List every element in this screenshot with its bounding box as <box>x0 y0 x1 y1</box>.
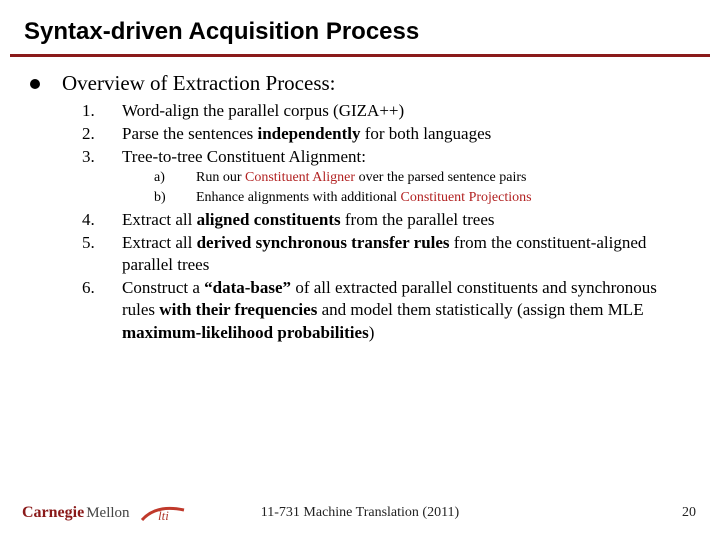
sub-text: Run our Constituent Aligner over the par… <box>196 169 527 188</box>
list-item: 3. Tree-to-tree Constituent Alignment: <box>82 146 694 168</box>
text-run-bold: with their frequencies <box>159 300 317 319</box>
text-run-red: Constituent Aligner <box>245 170 355 185</box>
text-run-bold: aligned constituents <box>197 210 341 229</box>
text-run: for both languages <box>360 124 491 143</box>
logo-carnegie: Carnegie <box>22 504 84 522</box>
item-number: 2. <box>82 123 100 145</box>
content-area: Overview of Extraction Process: 1. Word-… <box>0 57 720 344</box>
text-run: Run our <box>196 170 245 185</box>
bullet-icon <box>30 79 40 89</box>
text-run: Extract all <box>122 210 197 229</box>
item-text: Extract all derived synchronous transfer… <box>122 232 694 276</box>
item-text: Parse the sentences independently for bo… <box>122 123 694 145</box>
list-item: 5. Extract all derived synchronous trans… <box>82 232 694 276</box>
text-run-bold: maximum-likelihood probabilities <box>122 323 369 342</box>
item-number: 3. <box>82 146 100 168</box>
item-text: Extract all aligned constituents from th… <box>122 209 694 231</box>
item-text: Construct a “data-base” of all extracted… <box>122 277 694 343</box>
text-run: Construct a <box>122 278 204 297</box>
sub-number: b) <box>154 189 168 208</box>
sub-text: Enhance alignments with additional Const… <box>196 189 532 208</box>
text-run-red: Constituent Projections <box>401 190 532 205</box>
text-run-bold: derived synchronous transfer rules <box>197 233 450 252</box>
overview-text: Overview of Extraction Process: <box>62 71 336 96</box>
sub-item: b) Enhance alignments with additional Co… <box>154 189 694 208</box>
item-number: 5. <box>82 232 100 276</box>
text-run: over the parsed sentence pairs <box>355 170 526 185</box>
list-item: 1. Word-align the parallel corpus (GIZA+… <box>82 100 694 122</box>
carnegie-mellon-logo: Carnegie Mellon <box>22 504 130 522</box>
sub-list: a) Run our Constituent Aligner over the … <box>154 169 694 208</box>
slide-number: 20 <box>682 505 696 521</box>
overview-row: Overview of Extraction Process: <box>30 71 694 96</box>
lti-text: lti <box>158 508 169 523</box>
footer: Carnegie Mellon lti 11-731 Machine Trans… <box>0 500 720 526</box>
item-number: 6. <box>82 277 100 343</box>
item-text: Tree-to-tree Constituent Alignment: <box>122 146 694 168</box>
ordered-list: 1. Word-align the parallel corpus (GIZA+… <box>82 100 694 344</box>
list-item: 6. Construct a “data-base” of all extrac… <box>82 277 694 343</box>
item-text: Word-align the parallel corpus (GIZA++) <box>122 100 694 122</box>
list-item: 4. Extract all aligned constituents from… <box>82 209 694 231</box>
text-run-bold: independently <box>257 124 360 143</box>
sub-item: a) Run our Constituent Aligner over the … <box>154 169 694 188</box>
list-item: 2. Parse the sentences independently for… <box>82 123 694 145</box>
logo-mellon: Mellon <box>86 505 129 522</box>
text-run: from the parallel trees <box>341 210 495 229</box>
footer-course: 11-731 Machine Translation (2011) <box>261 505 459 521</box>
item-number: 4. <box>82 209 100 231</box>
text-run: and model them statistically (assign the… <box>317 300 643 319</box>
item-number: 1. <box>82 100 100 122</box>
slide-title: Syntax-driven Acquisition Process <box>0 0 720 54</box>
sub-number: a) <box>154 169 168 188</box>
text-run: Extract all <box>122 233 197 252</box>
text-run: Enhance alignments with additional <box>196 190 401 205</box>
text-run: Parse the sentences <box>122 124 257 143</box>
text-run-bold: “data-base” <box>204 278 291 297</box>
text-run: ) <box>369 323 375 342</box>
lti-logo-icon: lti <box>140 500 186 526</box>
